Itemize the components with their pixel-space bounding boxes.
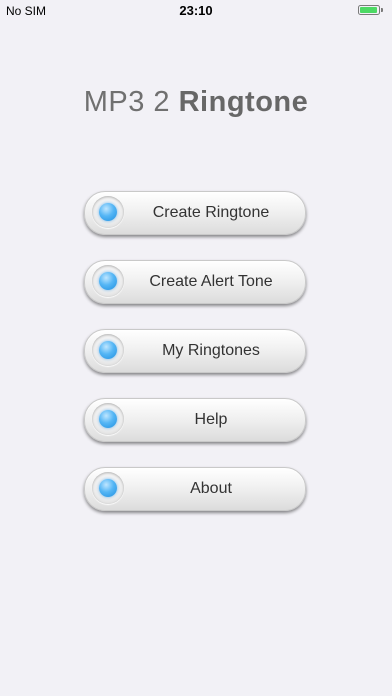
blue-led-icon bbox=[92, 334, 124, 366]
app-title-bold: Ringtone bbox=[178, 86, 309, 118]
blue-led-icon bbox=[92, 472, 124, 504]
help-label: Help bbox=[194, 411, 228, 428]
my-ringtones-label: My Ringtones bbox=[162, 342, 260, 359]
about-label: About bbox=[190, 480, 232, 497]
status-time: 23:10 bbox=[179, 3, 213, 18]
create-ringtone-button[interactable]: Create Ringtone bbox=[84, 191, 306, 235]
battery-level-fill bbox=[360, 7, 378, 13]
main-menu: Create Ringtone Create Alert Tone My Rin… bbox=[84, 191, 306, 536]
app-title-light: MP3 2 bbox=[83, 86, 171, 118]
about-button[interactable]: About bbox=[84, 467, 306, 511]
blue-led-icon bbox=[92, 196, 124, 228]
blue-led-icon bbox=[92, 265, 124, 297]
help-button[interactable]: Help bbox=[84, 398, 306, 442]
status-bar: No SIM 23:10 bbox=[0, 0, 392, 22]
app-title: MP3 2 Ringtone bbox=[0, 86, 392, 119]
battery-cap bbox=[381, 8, 383, 12]
my-ringtones-button[interactable]: My Ringtones bbox=[84, 329, 306, 373]
create-alert-tone-button[interactable]: Create Alert Tone bbox=[84, 260, 306, 304]
blue-led-icon bbox=[92, 403, 124, 435]
create-alert-tone-label: Create Alert Tone bbox=[149, 273, 273, 290]
battery-icon bbox=[358, 5, 380, 15]
create-ringtone-label: Create Ringtone bbox=[152, 204, 270, 221]
